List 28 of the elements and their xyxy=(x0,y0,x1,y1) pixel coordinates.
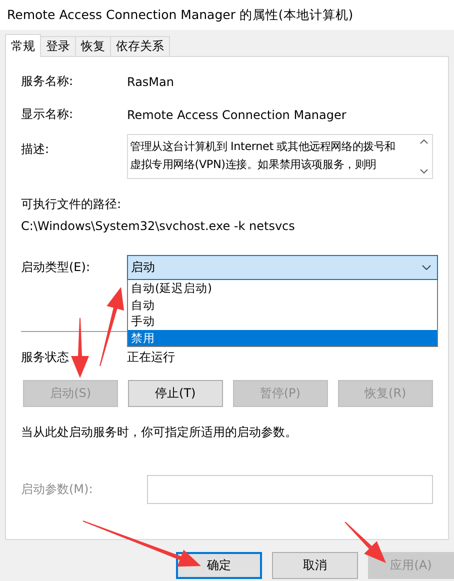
service-button[interactable]: 停止(T) xyxy=(128,380,223,407)
field-label: 启动类型(E): xyxy=(21,259,91,276)
start-params-field[interactable] xyxy=(147,475,433,504)
path-text: C:\Windows\System32\svchost.exe -k netsvcs xyxy=(21,219,295,233)
field-label: 描述: xyxy=(21,141,50,158)
dialog-button[interactable]: 取消 xyxy=(272,552,358,579)
description-text: 管理从这台计算机到 Internet 或其他远程网络的拨号和虚拟专用网络(VPN)连接。如果禁用该项服务，则明 xyxy=(129,139,397,173)
arrow xyxy=(344,522,386,563)
dropdown-option[interactable]: 禁用 xyxy=(128,330,437,346)
field-value: Remote Access Connection Manager xyxy=(127,108,346,122)
scroll-up-icon[interactable] xyxy=(420,139,428,144)
field-label: 显示名称: xyxy=(21,106,74,123)
field-label: 可执行文件的路径: xyxy=(21,196,122,213)
field-label: 启动参数(M): xyxy=(21,481,94,498)
field-value: 正在运行 xyxy=(127,349,175,366)
tab[interactable]: 依存关系 xyxy=(110,36,170,56)
hint-text: 当从此处启动服务时，你可指定所适用的启动参数。 xyxy=(21,424,297,441)
field-label: 服务状态 xyxy=(21,349,70,366)
startup-type-dropdown[interactable]: 启动 xyxy=(127,255,438,280)
window-title: Remote Access Connection Manager 的属性(本地计算机) xyxy=(7,6,354,24)
scroll-down-icon[interactable] xyxy=(420,169,428,174)
field-value: RasMan xyxy=(127,74,174,88)
description-box[interactable]: 管理从这台计算机到 Internet 或其他远程网络的拨号和虚拟专用网络(VPN)连接。如果禁用该项服务，则明 xyxy=(127,134,433,179)
tab[interactable]: 常规 xyxy=(5,34,41,57)
arrow xyxy=(71,318,89,378)
dialog-button[interactable]: 确定 xyxy=(176,552,262,579)
field-label: 服务名称: xyxy=(21,73,74,90)
chevron-down-icon xyxy=(422,265,431,270)
